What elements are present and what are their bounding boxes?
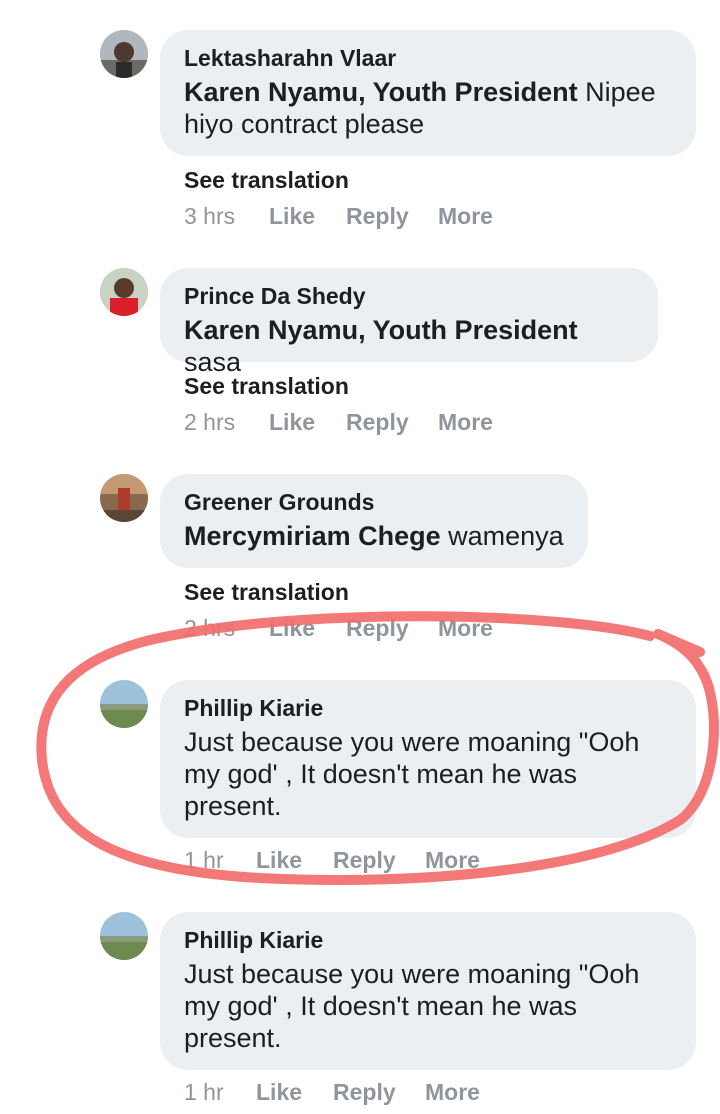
more-button[interactable]: More	[425, 1079, 480, 1106]
more-button[interactable]: More	[438, 409, 493, 436]
comment-bubble: Lektasharahn Vlaar Karen Nyamu, Youth Pr…	[160, 30, 696, 156]
comment-text: Karen Nyamu, Youth President sasa	[184, 314, 634, 378]
like-button[interactable]: Like	[269, 409, 346, 436]
comment-bubble: Prince Da Shedy Karen Nyamu, Youth Presi…	[160, 268, 658, 377]
comment-text-part: Nipee	[577, 77, 656, 107]
timestamp: 3 hrs	[184, 203, 236, 229]
mention-link[interactable]: Karen Nyamu, Youth President	[184, 77, 578, 107]
comment-text-part: hiyo contract please	[184, 109, 425, 139]
comment-text: Just because you were moaning "Ooh my go…	[184, 726, 672, 822]
comment-text-part: Just because you were moaning "Ooh	[184, 727, 640, 757]
comment-text: Mercymiriam Chege wamenya	[184, 520, 564, 552]
comment-text: Karen Nyamu, Youth President Nipee hiyo …	[184, 76, 672, 140]
timestamp: 2 hrs	[184, 615, 236, 641]
comment-author[interactable]: Greener Grounds	[184, 488, 564, 516]
like-button[interactable]: Like	[269, 203, 346, 230]
see-translation-link[interactable]: See translation	[184, 373, 349, 400]
see-translation-link[interactable]: See translation	[184, 167, 349, 194]
comment-author[interactable]: Phillip Kiarie	[184, 926, 672, 954]
more-button[interactable]: More	[438, 615, 493, 642]
comment-actions: 2 hrs Like Reply More	[184, 615, 493, 642]
comment-bubble: Phillip Kiarie Just because you were moa…	[160, 912, 696, 1070]
mention-link[interactable]: Mercymiriam Chege	[184, 521, 441, 551]
comment-text-part: my god' , It doesn't mean he was	[184, 991, 578, 1021]
reply-button[interactable]: Reply	[346, 615, 438, 642]
like-button[interactable]: Like	[256, 847, 333, 874]
comment-text-part: Just because you were moaning "Ooh	[184, 959, 640, 989]
comment-text-part: wamenya	[440, 521, 564, 551]
comment-actions: 1 hr Like Reply More	[184, 847, 480, 874]
avatar[interactable]	[100, 474, 148, 522]
more-button[interactable]: More	[425, 847, 480, 874]
comment-text-part: present.	[184, 791, 282, 821]
comment-actions: 2 hrs Like Reply More	[184, 409, 493, 436]
comment-bubble: Phillip Kiarie Just because you were moa…	[160, 680, 696, 838]
comment-author[interactable]: Prince Da Shedy	[184, 282, 634, 310]
avatar[interactable]	[100, 268, 148, 316]
see-translation-link[interactable]: See translation	[184, 579, 349, 606]
like-button[interactable]: Like	[256, 1079, 333, 1106]
like-button[interactable]: Like	[269, 615, 346, 642]
comment-text-part: my god' , It doesn't mean he was	[184, 759, 578, 789]
timestamp: 1 hr	[184, 847, 224, 873]
comment-author[interactable]: Lektasharahn Vlaar	[184, 44, 672, 72]
comment-text: Just because you were moaning "Ooh my go…	[184, 958, 672, 1054]
avatar[interactable]	[100, 30, 148, 78]
more-button[interactable]: More	[438, 203, 493, 230]
comment-actions: 1 hr Like Reply More	[184, 1079, 480, 1106]
reply-button[interactable]: Reply	[333, 1079, 425, 1106]
reply-button[interactable]: Reply	[333, 847, 425, 874]
mention-link[interactable]: Karen Nyamu, Youth President	[184, 315, 578, 345]
comment-author[interactable]: Phillip Kiarie	[184, 694, 672, 722]
reply-button[interactable]: Reply	[346, 409, 438, 436]
timestamp: 1 hr	[184, 1079, 224, 1105]
timestamp: 2 hrs	[184, 409, 236, 435]
comment-actions: 3 hrs Like Reply More	[184, 203, 493, 230]
reply-button[interactable]: Reply	[346, 203, 438, 230]
comment-bubble: Greener Grounds Mercymiriam Chege wameny…	[160, 474, 588, 568]
comment-text-part: present.	[184, 1023, 282, 1053]
avatar[interactable]	[100, 680, 148, 728]
avatar[interactable]	[100, 912, 148, 960]
